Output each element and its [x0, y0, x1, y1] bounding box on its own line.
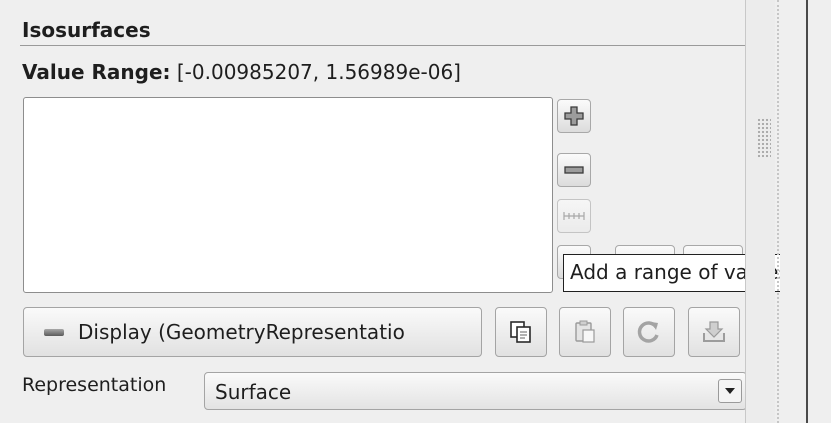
add-range-button[interactable]: [557, 199, 591, 233]
copy-button[interactable]: [495, 307, 547, 357]
section-divider: [20, 45, 745, 46]
section-title: Isosurfaces: [22, 18, 151, 42]
add-value-button[interactable]: [557, 99, 591, 133]
value-range: Value Range: [-0.00985207, 1.56989e-06]: [22, 60, 461, 84]
panel-splitter[interactable]: [745, 0, 775, 423]
representation-selected-value: Surface: [215, 380, 292, 404]
dotted-divider: [777, 0, 779, 423]
reload-icon: [637, 321, 659, 343]
reload-button[interactable]: [623, 307, 675, 357]
isosurface-values-list[interactable]: [23, 97, 553, 293]
paste-button[interactable]: [559, 307, 611, 357]
collapse-dash-icon: [44, 328, 64, 336]
splitter-grip-icon[interactable]: [757, 118, 771, 158]
representation-select[interactable]: Surface: [204, 372, 747, 410]
plus-icon: [564, 106, 584, 126]
remove-value-button[interactable]: [557, 153, 591, 187]
save-icon: [703, 321, 725, 342]
dropdown-arrow-icon[interactable]: [718, 379, 742, 403]
representation-label: Representation: [22, 374, 167, 396]
properties-panel: Isosurfaces Value Range: [-0.00985207, 1…: [0, 0, 747, 423]
display-button-label: Display (GeometryRepresentatio: [78, 320, 405, 344]
adjacent-pane: [780, 0, 806, 423]
value-range-label: Value Range:: [22, 60, 171, 84]
save-button[interactable]: [688, 307, 740, 357]
range-icon: [563, 212, 585, 220]
display-representation-button[interactable]: Display (GeometryRepresentatio: [23, 307, 482, 357]
far-right-pane: [808, 0, 831, 423]
minus-icon: [564, 166, 584, 174]
paste-icon: [575, 320, 595, 343]
copy-icon: [510, 321, 531, 343]
value-range-value: [-0.00985207, 1.56989e-06]: [176, 60, 461, 84]
